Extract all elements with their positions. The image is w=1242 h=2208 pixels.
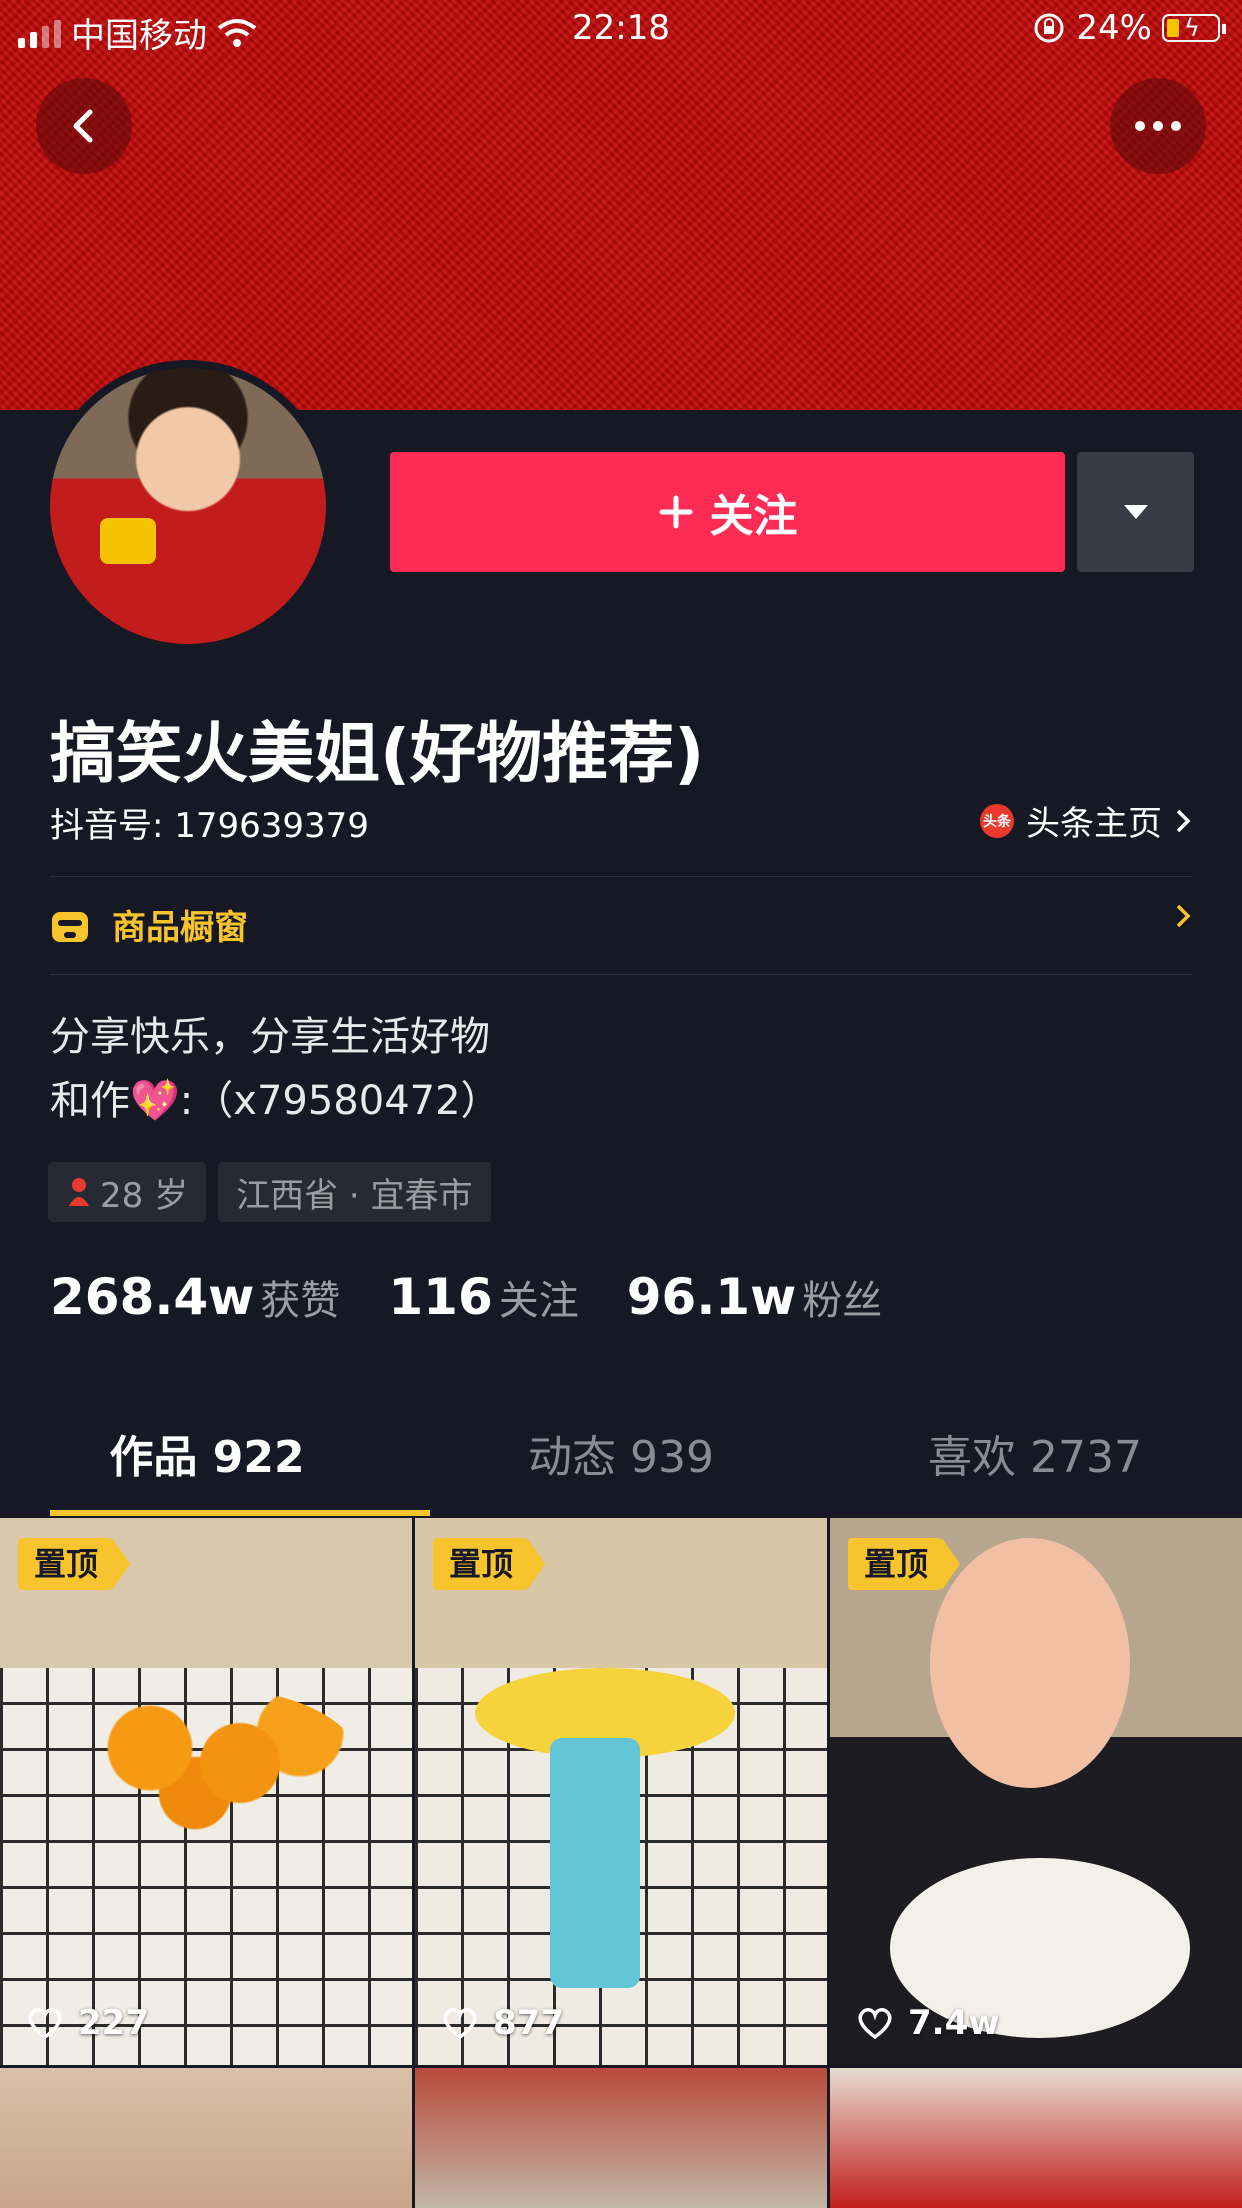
- chevron-left-icon: [73, 109, 93, 143]
- toutiao-label: 头条主页: [1026, 804, 1162, 844]
- toutiao-link[interactable]: 头条 头条主页: [980, 796, 1192, 845]
- profile-tags: 28 岁 江西省 · 宜春市: [48, 1162, 491, 1222]
- profile-name: 搞笑火美姐(好物推荐): [50, 715, 705, 792]
- tab-works[interactable]: 作品 922: [0, 1408, 414, 1516]
- follow-button[interactable]: 关注: [390, 452, 1065, 572]
- shop-icon: [52, 911, 88, 942]
- chevron-right-icon: [1176, 809, 1191, 832]
- stat-following[interactable]: 116 关注: [388, 1268, 578, 1326]
- stat-number: 96.1w: [626, 1268, 797, 1326]
- video-thumbnail[interactable]: 置顶 877: [415, 1518, 827, 2065]
- stat-likes: 268.4w 获赞: [50, 1268, 340, 1326]
- location-tag: 江西省 · 宜春市: [218, 1162, 491, 1222]
- age-tag: 28 岁: [48, 1162, 207, 1222]
- back-button[interactable]: [36, 78, 132, 174]
- avatar[interactable]: [42, 360, 334, 652]
- douyin-id: 抖音号: 179639379: [50, 806, 369, 846]
- heart-icon: [443, 2008, 477, 2040]
- shop-chevron-icon[interactable]: [1174, 900, 1192, 940]
- pinned-badge: 置顶: [18, 1538, 131, 1590]
- profile-stats: 268.4w 获赞 116 关注 96.1w 粉丝: [50, 1268, 882, 1326]
- triangle-down-icon: [1123, 505, 1148, 519]
- shop-label: 商品橱窗: [112, 908, 248, 948]
- pinned-badge: 置顶: [848, 1538, 961, 1590]
- pinned-badge: 置顶: [433, 1538, 546, 1590]
- location-label: 江西省 · 宜春市: [236, 1175, 473, 1216]
- video-likes: 877: [441, 2003, 564, 2043]
- likes-count: 877: [493, 2003, 564, 2043]
- divider: [50, 876, 1192, 877]
- heart-icon: [858, 2008, 892, 2040]
- content-tabs: 作品 922 动态 939 喜欢 2737: [0, 1408, 1242, 1516]
- bio: 分享快乐，分享生活好物 和作💖:（x79580472）: [50, 1005, 501, 1133]
- video-grid: 置顶 227 置顶 877 置顶 7.4w: [0, 1518, 1242, 2208]
- video-likes: 7.4w: [856, 2003, 1000, 2043]
- profile-cover: [0, 0, 1242, 410]
- active-tab-indicator: [50, 1510, 430, 1516]
- recommend-dropdown-button[interactable]: [1077, 452, 1194, 572]
- status-bar: 中国移动 22:18 24% ϟ: [0, 0, 1242, 58]
- female-icon: [69, 1178, 89, 1206]
- stat-label: 获赞: [260, 1278, 341, 1324]
- video-thumbnail[interactable]: [0, 2068, 412, 2208]
- tab-likes[interactable]: 喜欢 2737: [828, 1408, 1242, 1516]
- video-thumbnail[interactable]: [830, 2068, 1242, 2208]
- more-dots-icon: [1135, 121, 1181, 131]
- bio-line: 分享快乐，分享生活好物: [50, 1014, 490, 1060]
- follow-label: 关注: [709, 491, 798, 542]
- video-thumbnail[interactable]: [415, 2068, 827, 2208]
- stat-number: 116: [388, 1268, 493, 1326]
- video-likes: 227: [26, 2003, 149, 2043]
- likes-count: 7.4w: [908, 2003, 1000, 2043]
- shop-window-link[interactable]: 商品橱窗: [50, 900, 248, 949]
- likes-count: 227: [78, 2003, 149, 2043]
- rotation-lock-icon: [1034, 13, 1064, 43]
- video-thumbnail[interactable]: 置顶 227: [0, 1518, 412, 2065]
- toutiao-icon: 头条: [980, 803, 1014, 838]
- age-label: 28 岁: [100, 1175, 189, 1216]
- stat-label: 粉丝: [802, 1278, 883, 1324]
- battery-percent: 24%: [1076, 8, 1152, 48]
- stat-label: 关注: [498, 1278, 579, 1324]
- plus-icon: [659, 495, 692, 529]
- tab-moments[interactable]: 动态 939: [414, 1408, 828, 1516]
- avatar-image: [50, 368, 326, 644]
- heart-icon: [28, 2008, 62, 2040]
- more-button[interactable]: [1110, 78, 1206, 174]
- divider: [50, 974, 1192, 975]
- video-thumbnail[interactable]: 置顶 7.4w: [830, 1518, 1242, 2065]
- battery-icon: ϟ: [1162, 14, 1226, 42]
- bio-line: 和作💖:（x79580472）: [50, 1078, 501, 1124]
- stat-number: 268.4w: [50, 1268, 255, 1326]
- stat-followers[interactable]: 96.1w 粉丝: [627, 1268, 883, 1326]
